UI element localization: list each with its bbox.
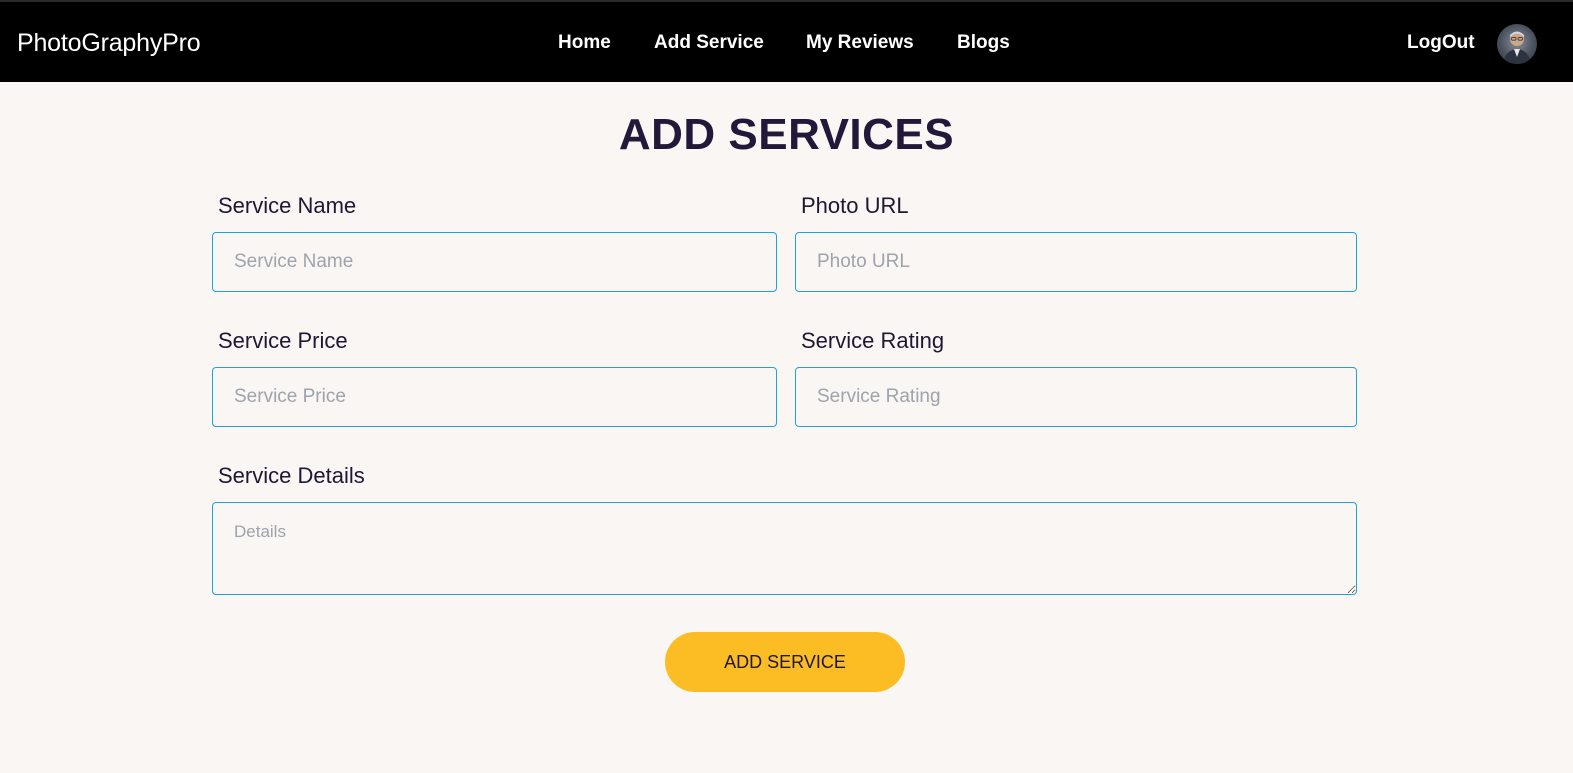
nav-link-my-reviews[interactable]: My Reviews (806, 32, 914, 54)
service-name-label: Service Name (218, 193, 357, 218)
nav-link-blogs[interactable]: Blogs (957, 32, 1010, 54)
service-rating-input[interactable] (795, 367, 1357, 427)
add-service-button[interactable]: ADD SERVICE (665, 632, 905, 692)
brand-logo[interactable]: PhotoGraphyPro (17, 29, 201, 58)
photo-url-label: Photo URL (801, 193, 909, 218)
nav-link-home[interactable]: Home (558, 32, 611, 54)
nav-link-add-service[interactable]: Add Service (654, 32, 764, 54)
page-title: ADD SERVICES (618, 110, 955, 159)
service-details-label: Service Details (218, 463, 365, 488)
service-rating-label: Service Rating (801, 328, 945, 353)
service-price-input[interactable] (212, 367, 777, 427)
user-avatar[interactable] (1497, 24, 1537, 64)
photo-url-input[interactable] (795, 232, 1357, 292)
service-name-input[interactable] (212, 232, 777, 292)
service-details-textarea[interactable] (212, 502, 1357, 595)
user-avatar-icon (1503, 31, 1531, 64)
logout-button[interactable]: LogOut (1407, 32, 1475, 54)
service-price-label: Service Price (218, 328, 348, 353)
top-navbar: PhotoGraphyPro Home Add Service My Revie… (0, 0, 1573, 82)
